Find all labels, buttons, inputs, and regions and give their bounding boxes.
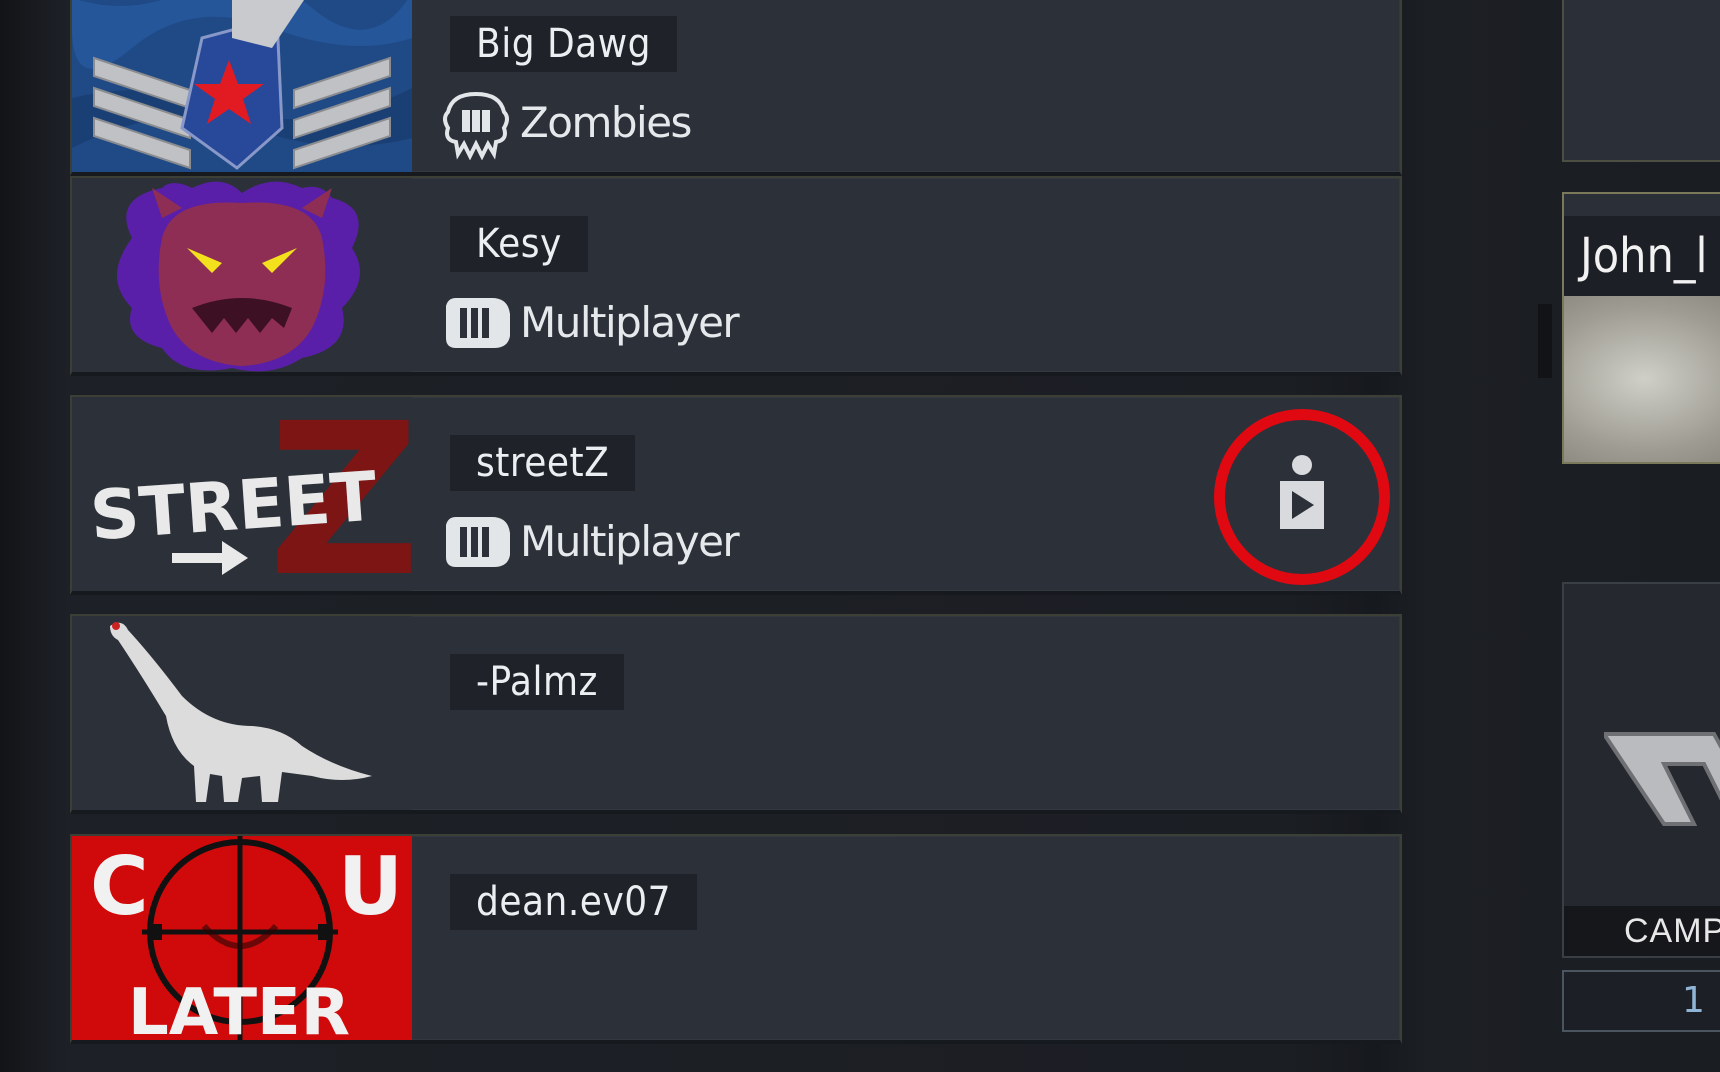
game-mode-label: Zombies bbox=[520, 97, 692, 147]
panel-divider bbox=[1538, 304, 1552, 378]
game-mode-label: Multiplayer bbox=[520, 516, 740, 566]
multiplayer-mode-icon bbox=[438, 284, 514, 360]
friend-row-big-dawg[interactable]: Big Dawg Zombies bbox=[70, 0, 1402, 176]
gamertag: Big Dawg bbox=[450, 16, 678, 72]
friend-row-palmz[interactable]: -Palmz bbox=[70, 614, 1402, 814]
zombies-mode-icon bbox=[438, 84, 514, 161]
emblem-later-text: LATER bbox=[128, 976, 350, 1040]
left-edge bbox=[0, 0, 50, 1072]
dinosaur-emblem bbox=[72, 616, 412, 810]
gamertag: -Palmz bbox=[450, 654, 624, 710]
game-mode: Multiplayer bbox=[438, 501, 740, 581]
join-game-button[interactable] bbox=[1214, 409, 1390, 585]
c-u-later-emblem: C U LATER bbox=[72, 836, 412, 1040]
friend-row-kesy[interactable]: Kesy Multiplayer bbox=[70, 176, 1402, 376]
player-card[interactable]: John_l bbox=[1562, 192, 1720, 464]
player-name: John_l bbox=[1564, 216, 1720, 296]
gamertag: streetZ bbox=[450, 435, 636, 491]
top-card[interactable] bbox=[1562, 0, 1720, 162]
right-panel: John_l CAMPA 1 bbox=[1452, 0, 1720, 1072]
campaign-count: 1 bbox=[1562, 970, 1720, 1032]
campaign-card[interactable]: CAMPA bbox=[1562, 582, 1720, 958]
game-mode: Zombies bbox=[438, 82, 692, 162]
purple-demon-emblem bbox=[72, 178, 412, 372]
friends-screen: Big Dawg Zombies Kesy Multiplayer Z STRE… bbox=[0, 0, 1720, 1072]
street-z-emblem: Z STREET bbox=[72, 397, 412, 591]
multiplayer-mode-icon bbox=[438, 503, 514, 579]
emblem-letter-c: C bbox=[90, 840, 149, 933]
friend-row-streetz[interactable]: Z STREET streetZ Multiplayer bbox=[70, 395, 1402, 595]
join-game-icon[interactable] bbox=[1272, 453, 1332, 538]
game-mode: Multiplayer bbox=[438, 282, 740, 362]
sergeant-rank-emblem bbox=[72, 0, 412, 172]
gamertag: dean.ev07 bbox=[450, 874, 698, 930]
campaign-label: CAMPA bbox=[1564, 906, 1720, 956]
gamertag: Kesy bbox=[450, 216, 588, 272]
friend-list: Big Dawg Zombies Kesy Multiplayer Z STRE… bbox=[70, 0, 1402, 1072]
game-mode-label: Multiplayer bbox=[520, 297, 740, 347]
friend-row-dean-ev07[interactable]: C U LATER dean.ev07 bbox=[70, 834, 1402, 1044]
emblem-letter-u: U bbox=[338, 840, 403, 933]
campaign-logo-icon bbox=[1604, 732, 1720, 826]
player-calling-card bbox=[1564, 296, 1720, 462]
